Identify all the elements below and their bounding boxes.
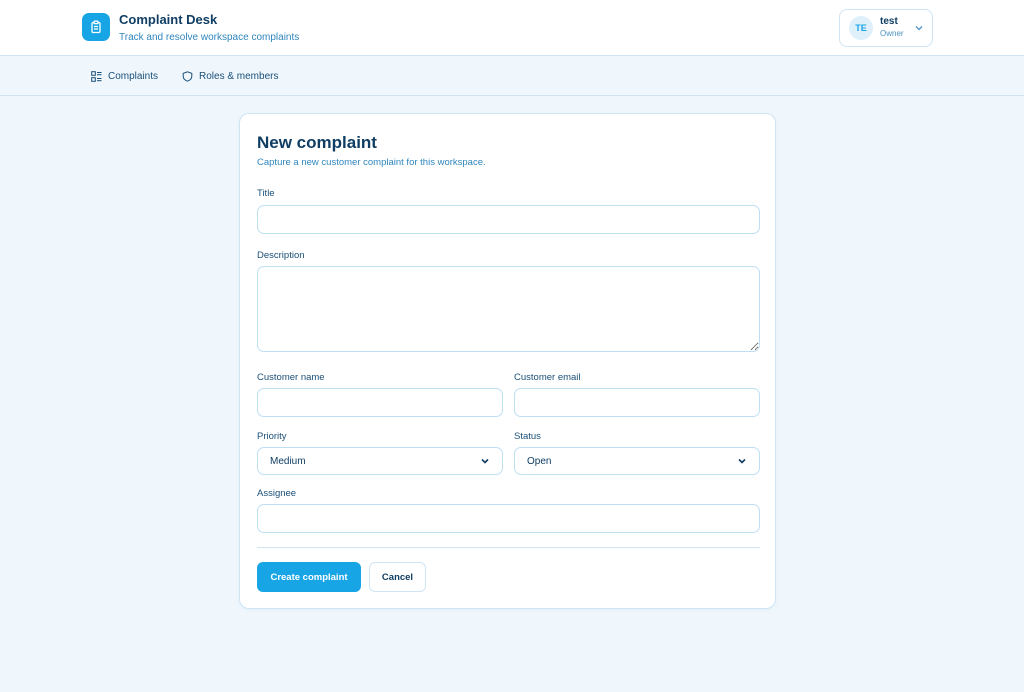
priority-select[interactable]: Medium: [257, 447, 503, 475]
form-subtitle: Capture a new customer complaint for thi…: [257, 157, 486, 168]
title-label: Title: [257, 188, 275, 199]
status-label: Status: [514, 431, 541, 442]
user-role: Owner: [880, 29, 904, 38]
form-title: New complaint: [257, 133, 377, 152]
create-complaint-button[interactable]: Create complaint: [257, 562, 361, 592]
chevron-down-icon: [738, 458, 746, 464]
grid-list-icon: [91, 70, 102, 82]
nav-item-roles-members[interactable]: Roles & members: [182, 68, 278, 84]
nav-item-label: Complaints: [108, 70, 159, 82]
clipboard-icon: [82, 13, 110, 41]
description-textarea[interactable]: [257, 266, 760, 352]
customer-email-label: Customer email: [514, 372, 581, 383]
customer-name-label: Customer name: [257, 372, 325, 383]
priority-label: Priority: [257, 431, 287, 442]
nav-item-label: Roles & members: [199, 70, 279, 82]
new-complaint-card: New complaint Capture a new customer com…: [239, 113, 776, 609]
app-subtitle: Track and resolve workspace complaints: [119, 32, 300, 43]
divider: [257, 547, 760, 548]
customer-name-input[interactable]: [257, 388, 503, 417]
description-label: Description: [257, 250, 305, 261]
assignee-label: Assignee: [257, 488, 297, 499]
app-title: Complaint Desk: [119, 12, 218, 27]
user-name: test: [880, 16, 898, 27]
cancel-button[interactable]: Cancel: [369, 562, 426, 592]
user-menu[interactable]: TE test Owner: [839, 9, 933, 47]
title-input[interactable]: [257, 205, 760, 234]
chevron-down-icon: [481, 458, 489, 464]
avatar: TE: [849, 16, 873, 40]
status-select[interactable]: Open: [514, 447, 760, 475]
priority-value: Medium: [270, 455, 306, 467]
customer-email-input[interactable]: [514, 388, 760, 417]
assignee-input[interactable]: [257, 504, 760, 533]
shield-icon: [182, 70, 193, 82]
nav-item-complaints[interactable]: Complaints: [91, 68, 158, 84]
chevron-down-icon: [915, 26, 923, 31]
top-bar: Complaint Desk Track and resolve workspa…: [0, 0, 1024, 56]
status-value: Open: [527, 455, 552, 467]
nav-bar: Complaints Roles & members: [0, 56, 1024, 96]
